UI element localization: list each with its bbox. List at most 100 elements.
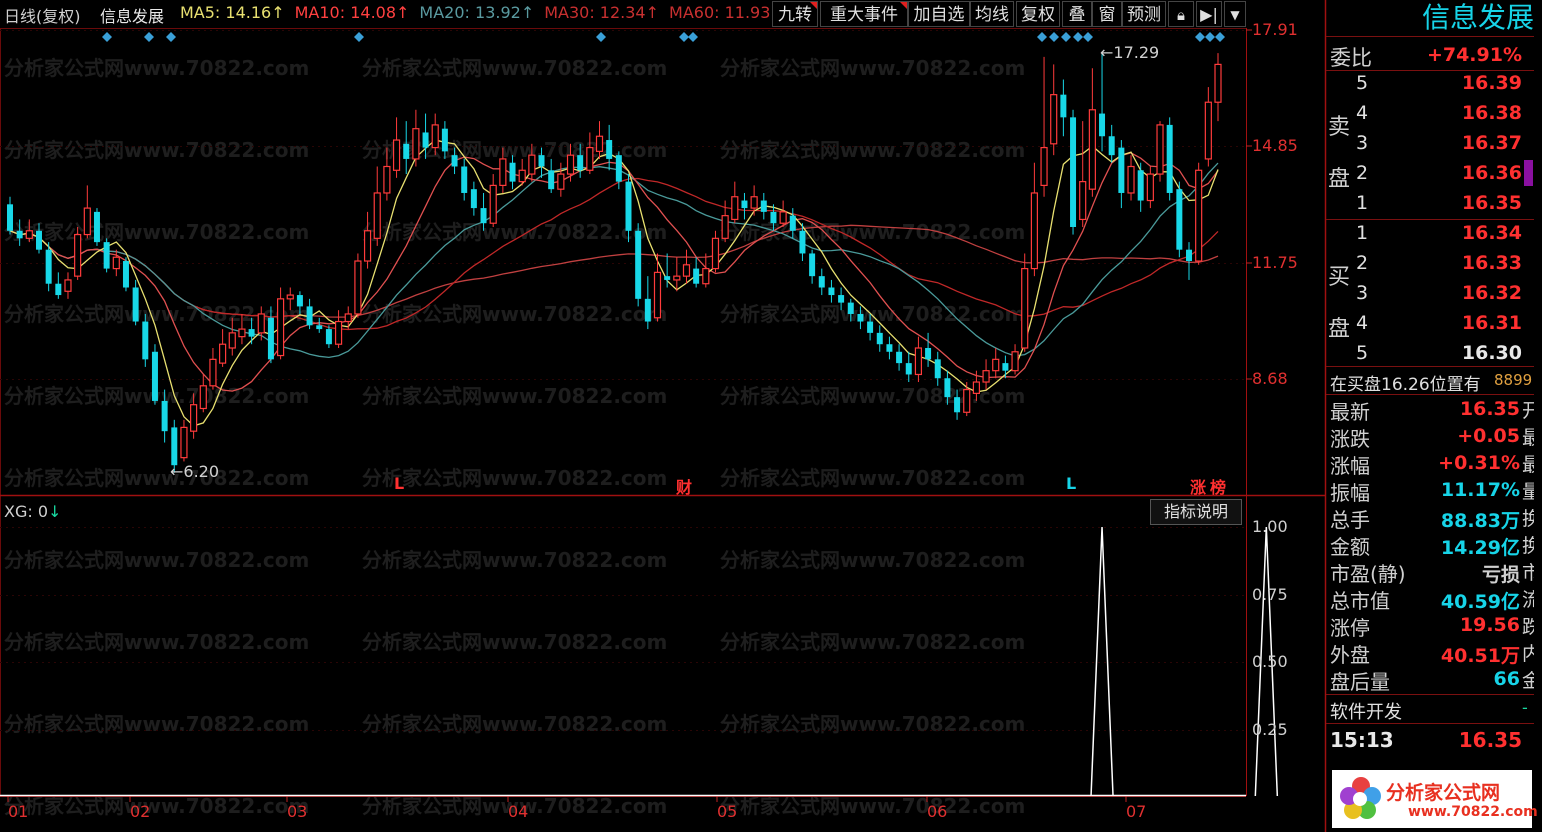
candle-body-down [161,400,168,432]
candle-body-down [306,306,313,326]
candle-body-up [276,298,285,357]
stat-value: 亏损 [1481,564,1520,586]
candle-body-up [1079,181,1087,221]
order-book-row[interactable]: 2 16.36 [1326,162,1534,190]
order-book-row[interactable]: 2 16.33 [1326,252,1534,280]
level-price: 16.33 [1461,252,1522,274]
diamond-marker [1215,32,1225,42]
candle-body-down [615,155,622,182]
kline-chart[interactable] [0,0,1542,832]
arrow-end-icon[interactable]: ▶| [1196,1,1222,27]
indicator-label[interactable]: XG: 0 [4,502,48,521]
toolbar-button[interactable]: 窗 [1092,1,1122,27]
candle-body-up [228,332,236,349]
stat-row: 涨跌 +0.05 最 [1326,423,1534,451]
candle-body-down [770,211,777,224]
candle-body-up [972,381,980,394]
candle-body-down [635,230,642,299]
stat-label: 涨跌 [1330,427,1370,451]
toolbar-button-label: 预测 [1127,5,1161,25]
candle-body-up [557,173,565,190]
candle-body-down [693,268,700,284]
flower-logo-icon [1340,777,1381,819]
stat-value: 40.51万 [1440,645,1520,667]
divider [1326,366,1534,367]
stat-value: 88.83万 [1440,510,1520,532]
candle-body-up [963,388,971,413]
candle-body-down [548,170,555,190]
divider [1326,36,1534,37]
stat-tail-label: 金 [1522,670,1534,692]
order-book-row[interactable]: 3 16.37 [1326,132,1534,160]
candle-body-down [1002,363,1009,371]
low-marker: ←6.20 [170,462,220,481]
order-book-row[interactable]: 1 16.34 [1326,222,1534,250]
candle-body-down [55,283,62,296]
candle-body-up [112,256,120,270]
stat-label: 总市值 [1330,589,1390,613]
diamond-marker [1083,32,1093,42]
toolbar-button[interactable]: 加自选 [908,1,970,27]
toolbar-button[interactable]: 均线 [970,1,1014,27]
candle-body-down [142,321,149,360]
order-notice: 在买盘16.26位置有 [1330,375,1481,395]
candle-body-down [509,162,516,182]
stat-row: 金额 14.29亿换 [1326,531,1534,559]
order-book-row[interactable]: 1 16.35 [1326,192,1534,220]
logo-url: www.70822.com [1408,804,1538,820]
toolbar-button-label: 复权 [1021,5,1055,25]
tick-price-value: 16.35 [1458,728,1522,752]
y-tick: 14.85 [1252,136,1298,155]
x-tick: 02 [130,802,151,821]
candle-body-down [7,204,13,231]
period-label[interactable]: 日线(复权) [4,3,81,27]
candle-body-down [1166,124,1173,193]
order-book-row[interactable]: 3 16.32 [1326,282,1534,310]
high-marker-value: 17.29 [1113,43,1160,62]
order-book-row[interactable]: 4 16.31 [1326,312,1534,340]
x-tick: 03 [287,802,308,821]
divider [1326,694,1534,695]
stat-row: 涨停 19.56 跌 [1326,612,1534,640]
candle-body-down [1186,249,1193,262]
toolbar-button[interactable]: 重大事件 [820,1,908,27]
toolbar-button[interactable]: 复权 [1016,1,1060,27]
toolbar-button[interactable]: 叠 [1062,1,1092,27]
candle-body-up [992,358,1000,372]
level-number: 2 [1356,162,1369,184]
candle-body-down [316,325,323,330]
stat-row: 总手 88.83万换 [1326,504,1534,532]
high-marker: ←17.29 [1100,43,1160,62]
stock-terminal: 分析家公式网www.70822.com 分析家公式网www.70822.com 分析… [0,0,1542,832]
toolbar-button[interactable]: 预测 [1122,1,1166,27]
candle-body-down [847,302,854,314]
level-number: 2 [1356,252,1369,274]
ind-y-tick: 0.75 [1252,585,1288,604]
stat-tail-label: 市 [1522,562,1534,584]
candle-body-down [325,329,332,345]
signal-mark: L [1066,474,1077,493]
logo-text: 分析家公式网 [1386,782,1501,804]
tick-price: 16.35 [1459,728,1522,752]
candle-body-down [1108,136,1115,156]
level-number: 3 [1356,132,1369,154]
industry-label[interactable]: 软件开发 [1330,698,1402,724]
level-number: 5 [1356,342,1369,364]
candle-body-down [480,208,487,224]
toolbar-button[interactable]: 九转 [772,1,818,27]
stat-label: 振幅 [1330,481,1370,505]
candle-body-up [499,158,507,187]
stat-tail-label: 最 [1522,454,1534,476]
lock-icon[interactable]: 🔒︎ [1168,1,1194,27]
level-price: 16.37 [1461,132,1522,154]
indicator-help-button[interactable]: 指标说明 [1150,499,1242,525]
stat-tail-label: 换 [1522,535,1534,557]
order-book-row[interactable]: 4 16.38 [1326,102,1534,130]
dropdown-icon[interactable]: ▼ [1224,1,1246,27]
candle-body-down [606,140,613,159]
candle-body-down [857,313,864,322]
order-book-row[interactable]: 5 16.39 [1326,72,1534,100]
candle-body-down [93,211,100,243]
level-number: 1 [1356,192,1369,214]
stat-value: +0.31% [1438,452,1520,474]
